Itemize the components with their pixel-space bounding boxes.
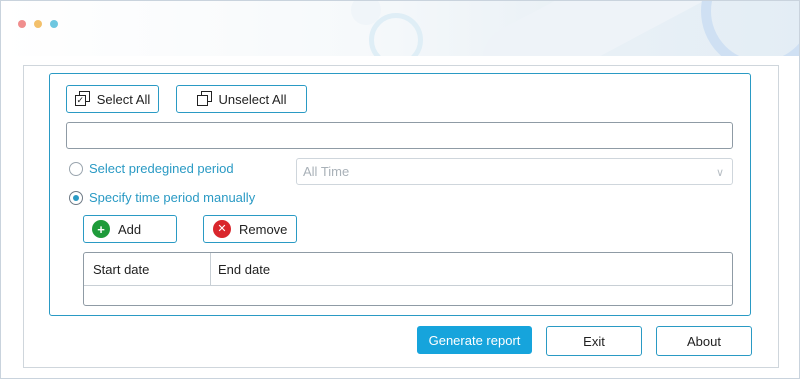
predefined-period-select[interactable]: All Time ∨ <box>296 158 733 185</box>
remove-label: Remove <box>239 221 288 237</box>
generate-report-button[interactable]: Generate report <box>417 326 532 354</box>
manual-period-radio[interactable] <box>69 190 83 205</box>
column-header-end-date[interactable]: End date <box>211 253 731 285</box>
predefined-period-label: Select predegined period <box>89 161 234 176</box>
x-circle-icon: ✕ <box>213 220 231 238</box>
decorative-shape <box>469 1 733 56</box>
predefined-period-option[interactable]: Select predegined period <box>69 161 234 176</box>
exit-button[interactable]: Exit <box>546 326 642 356</box>
manual-period-label: Specify time period manually <box>89 190 256 205</box>
exit-label: Exit <box>583 333 605 349</box>
copy-icon <box>196 91 213 107</box>
maximize-window-dot[interactable] <box>50 20 58 28</box>
decorative-ring-large <box>701 1 799 56</box>
title-bar <box>1 1 799 56</box>
chevron-down-icon: ∨ <box>715 167 724 179</box>
decorative-ring <box>369 13 423 56</box>
select-all-button[interactable]: ✓ Select All <box>66 85 159 113</box>
remove-button[interactable]: ✕ Remove <box>203 215 297 243</box>
plus-circle-icon: + <box>92 220 110 238</box>
column-header-start-date[interactable]: Start date <box>84 253 211 285</box>
filter-text-field[interactable] <box>66 122 733 149</box>
predefined-period-radio[interactable] <box>69 161 83 176</box>
about-label: About <box>687 333 721 349</box>
close-window-dot[interactable] <box>18 20 26 28</box>
predefined-period-value: All Time <box>303 164 350 179</box>
about-button[interactable]: About <box>656 326 752 356</box>
minimize-window-dot[interactable] <box>34 20 42 28</box>
table-header: Start date End date <box>84 253 732 286</box>
select-all-label: Select All <box>96 91 151 107</box>
unselect-all-button[interactable]: Unselect All <box>176 85 307 113</box>
unselect-all-label: Unselect All <box>218 91 287 107</box>
add-label: Add <box>118 221 142 237</box>
generate-report-label: Generate report <box>428 332 521 348</box>
manual-period-option[interactable]: Specify time period manually <box>69 190 255 205</box>
periods-table: Start date End date <box>83 252 733 306</box>
checked-copy-icon: ✓ <box>74 91 91 107</box>
add-button[interactable]: + Add <box>83 215 177 243</box>
window-controls <box>18 20 58 28</box>
